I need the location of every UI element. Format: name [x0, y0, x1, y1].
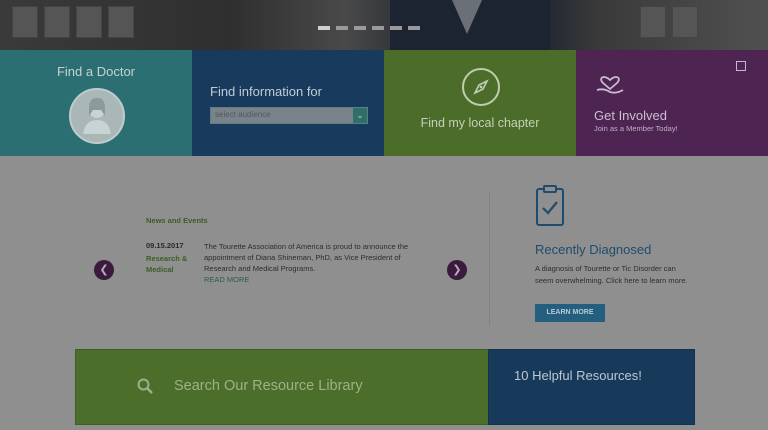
search-placeholder: Search Our Resource Library [174, 378, 363, 394]
carousel-dot[interactable] [354, 26, 366, 30]
compass-icon [462, 68, 500, 106]
clipboard-check-icon [535, 184, 565, 228]
building-window [108, 6, 134, 38]
hero-banner [0, 0, 768, 50]
audience-select[interactable]: select audience ⌄ [210, 107, 368, 124]
external-link-icon[interactable] [736, 61, 746, 71]
news-body: The Tourette Association of America is p… [204, 242, 409, 273]
carousel-dot[interactable] [318, 26, 330, 30]
carousel-dot[interactable] [336, 26, 348, 30]
main-content: News and Events 09.15.2017 Research & Me… [0, 156, 768, 430]
find-doctor-label: Find a Doctor [56, 64, 136, 79]
search-icon [137, 378, 153, 394]
get-involved-label: Get Involved [594, 108, 667, 123]
resource-search-bar[interactable]: Search Our Resource Library [75, 349, 490, 425]
recently-diagnosed-title[interactable]: Recently Diagnosed [535, 242, 651, 257]
chevron-left-icon[interactable]: ❮ [94, 260, 114, 280]
find-doctor-tile[interactable]: Find a Doctor [0, 50, 192, 156]
local-chapter-label: Find my local chapter [420, 116, 540, 130]
find-info-tile: Find information for select audience ⌄ [192, 50, 384, 156]
building-window [44, 6, 70, 38]
chevron-down-icon[interactable]: ⌄ [353, 108, 367, 123]
local-chapter-tile[interactable]: Find my local chapter [384, 50, 576, 156]
quick-links: Find a Doctor Find information for selec… [0, 50, 768, 156]
carousel-dot[interactable] [390, 26, 402, 30]
carousel-dot[interactable] [372, 26, 384, 30]
audience-select-value: select audience [215, 110, 271, 119]
get-involved-subtitle: Join as a Member Today! [594, 124, 678, 133]
find-info-label: Find information for [210, 84, 322, 99]
doctor-icon [69, 88, 125, 144]
chevron-right-icon[interactable]: ❯ [447, 260, 467, 280]
building-window [640, 6, 666, 38]
get-involved-tile[interactable]: Get Involved Join as a Member Today! [576, 50, 768, 156]
helpful-resources-label: 10 Helpful Resources! [514, 368, 642, 383]
learn-more-button[interactable]: LEARN MORE [535, 304, 605, 322]
heart-hand-icon [594, 66, 626, 98]
news-date: 09.15.2017 [146, 241, 184, 250]
news-section-title: News and Events [146, 216, 208, 225]
carousel-dots[interactable] [318, 26, 420, 30]
helpful-resources-tile[interactable]: 10 Helpful Resources! [488, 349, 695, 425]
carousel-dot[interactable] [408, 26, 420, 30]
news-category[interactable]: Research & Medical [146, 253, 194, 275]
read-more-link[interactable]: READ MORE [204, 275, 249, 284]
building-window [672, 6, 698, 38]
building-window [12, 6, 38, 38]
building-window [76, 6, 102, 38]
section-divider [489, 191, 490, 326]
recently-diagnosed-body: A diagnosis of Tourette or Tic Disorder … [535, 264, 688, 285]
